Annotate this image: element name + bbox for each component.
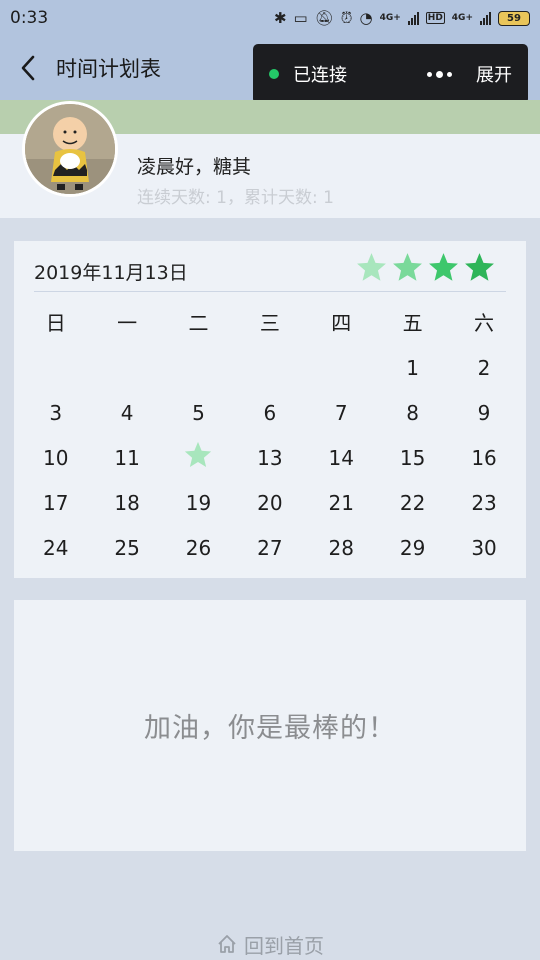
calendar-day[interactable]: 21 bbox=[306, 489, 377, 517]
weekday-label: 四 bbox=[331, 311, 352, 335]
connected-dot-icon bbox=[269, 69, 279, 79]
avatar[interactable] bbox=[22, 101, 118, 197]
calendar-day[interactable]: 20 bbox=[234, 489, 305, 517]
calendar-week: 3456789 bbox=[20, 399, 520, 427]
calendar-day[interactable]: 23 bbox=[448, 489, 519, 517]
page-title: 时间计划表 bbox=[56, 57, 161, 81]
calendar-day[interactable]: 1 bbox=[377, 354, 448, 382]
calendar-day-empty bbox=[234, 354, 305, 382]
calendar-day[interactable]: 3 bbox=[20, 399, 91, 427]
calendar-day[interactable]: 30 bbox=[448, 534, 519, 562]
greeting-text: 凌晨好，糖其 bbox=[137, 156, 252, 178]
weekday-label: 二 bbox=[188, 311, 209, 335]
calendar-day[interactable]: 9 bbox=[448, 399, 519, 427]
status-bar: 0:33 ✱ ▭ 🔕︎ ⏰︎ ◔ 4G+ HD 4G+ 59 bbox=[0, 0, 540, 36]
back-button[interactable] bbox=[0, 36, 56, 100]
calendar-day[interactable]: 4 bbox=[91, 399, 162, 427]
calendar-day[interactable]: 5 bbox=[163, 399, 234, 427]
divider bbox=[34, 291, 506, 292]
calendar-week: 12 bbox=[20, 354, 520, 382]
connection-status: 已连接 bbox=[293, 65, 347, 86]
star-rating[interactable] bbox=[355, 251, 496, 284]
rating-star-icon[interactable] bbox=[355, 251, 388, 284]
chevron-left-icon bbox=[21, 55, 35, 81]
calendar-card: 2019年11月13日 日一二三四五六 1 2 3 4 5 6 7 8 9 10 11 13 14 15 1… bbox=[14, 241, 526, 578]
network-type-1: 4G+ bbox=[379, 12, 401, 23]
battery-icon: 59 bbox=[498, 10, 530, 26]
network-type-2: 4G+ bbox=[451, 12, 473, 23]
rating-star-icon[interactable] bbox=[391, 251, 424, 284]
weekday-label: 三 bbox=[259, 311, 280, 335]
signal-icon-2 bbox=[480, 11, 491, 25]
home-link[interactable]: 回到首页 bbox=[0, 928, 540, 960]
calendar-day[interactable]: 22 bbox=[377, 489, 448, 517]
calendar-day[interactable]: 17 bbox=[20, 489, 91, 517]
profile-card: 凌晨好，糖其 连续天数: 1，累计天数: 1 bbox=[0, 101, 540, 218]
calendar-day[interactable]: 27 bbox=[234, 534, 305, 562]
hd-badge: HD bbox=[425, 12, 445, 24]
weekday-label: 一 bbox=[117, 311, 138, 335]
calendar-day[interactable]: 7 bbox=[306, 399, 377, 427]
status-icons: ✱ ▭ 🔕︎ ⏰︎ ◔ 4G+ HD 4G+ 59 bbox=[273, 8, 530, 27]
calendar-day[interactable]: 8 bbox=[377, 399, 448, 427]
connection-popup: 已连接 展开 bbox=[253, 44, 528, 104]
alarm-icon: ⏰︎ bbox=[340, 8, 353, 27]
calendar-day[interactable]: 16 bbox=[448, 444, 519, 472]
calendar-day[interactable]: 18 bbox=[91, 489, 162, 517]
calendar-day[interactable]: 26 bbox=[163, 534, 234, 562]
calendar-day[interactable]: 24 bbox=[20, 534, 91, 562]
calendar-day[interactable]: 6 bbox=[234, 399, 305, 427]
calendar-day[interactable]: 13 bbox=[234, 444, 305, 472]
motivation-text: 加油，你是最棒的！ bbox=[144, 713, 396, 744]
calendar-day[interactable]: 15 bbox=[377, 444, 448, 472]
mute-icon: 🔕︎ bbox=[314, 8, 334, 27]
calendar-day[interactable]: 29 bbox=[377, 534, 448, 562]
calendar-day[interactable]: 28 bbox=[306, 534, 377, 562]
weekday-label: 五 bbox=[402, 311, 423, 335]
calendar-day[interactable]: 14 bbox=[306, 444, 377, 472]
avatar-image bbox=[25, 104, 115, 194]
home-link-label: 回到首页 bbox=[244, 933, 324, 958]
calendar-day-empty bbox=[163, 354, 234, 382]
calendar-date: 2019年11月13日 bbox=[34, 262, 188, 284]
streak-text: 连续天数: 1，累计天数: 1 bbox=[137, 188, 334, 208]
calendar-day[interactable]: 2 bbox=[448, 354, 519, 382]
calendar-day-empty bbox=[306, 354, 377, 382]
weekday-label: 日 bbox=[45, 311, 66, 335]
rating-star-icon[interactable] bbox=[463, 251, 496, 284]
calendar-day[interactable]: 10 bbox=[20, 444, 91, 472]
home-icon bbox=[218, 935, 236, 953]
calendar-day-marked[interactable] bbox=[163, 441, 234, 472]
motivation-card: 加油，你是最棒的！ bbox=[14, 600, 526, 851]
bluetooth-icon: ✱ bbox=[273, 8, 287, 27]
weekday-header: 日一二三四五六 bbox=[20, 309, 520, 337]
calendar-day[interactable]: 25 bbox=[91, 534, 162, 562]
completed-star-icon bbox=[184, 441, 211, 467]
more-icon[interactable] bbox=[427, 70, 452, 78]
expand-button[interactable]: 展开 bbox=[476, 61, 512, 87]
calendar-day-empty bbox=[91, 354, 162, 382]
rating-star-icon[interactable] bbox=[427, 251, 460, 284]
calendar-day[interactable]: 11 bbox=[91, 444, 162, 472]
signal-icon bbox=[407, 11, 419, 25]
status-time: 0:33 bbox=[10, 8, 49, 28]
calendar-day[interactable]: 19 bbox=[163, 489, 234, 517]
calendar-day-empty bbox=[20, 354, 91, 382]
calendar-week: 24 25 26 27 28 29 30 bbox=[20, 534, 520, 562]
weekday-label: 六 bbox=[474, 311, 495, 335]
wifi-icon: ◔ bbox=[359, 8, 373, 27]
calendar-week: 10 11 13 14 15 16 bbox=[20, 441, 520, 472]
calendar-week: 17 18 19 20 21 22 23 bbox=[20, 489, 520, 517]
vibrate-icon: ▭ bbox=[293, 8, 308, 27]
